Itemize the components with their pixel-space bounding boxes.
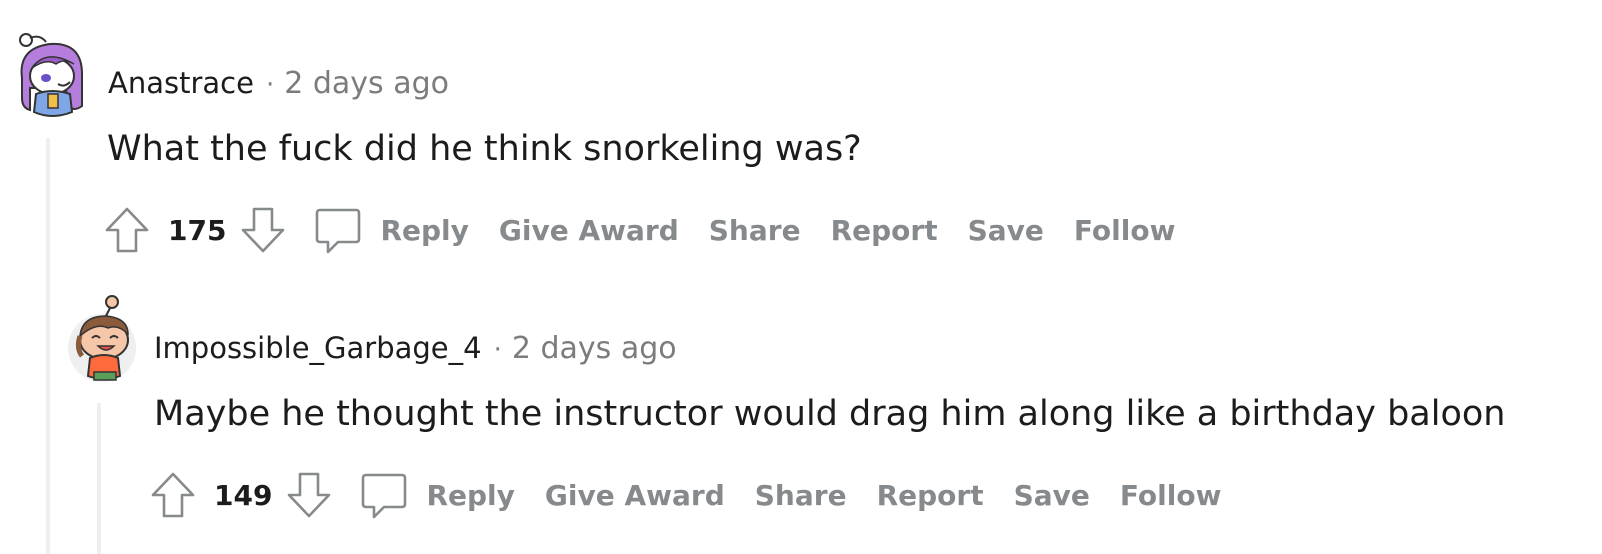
author-name[interactable]: Impossible_Garbage_4	[154, 331, 482, 365]
save-button[interactable]: Save	[1014, 479, 1090, 512]
vote-score: 149	[214, 478, 273, 512]
downvote-icon[interactable]	[286, 471, 332, 519]
meta-separator: ·	[265, 70, 275, 100]
author-name[interactable]: Anastrace	[108, 66, 254, 100]
avatar[interactable]	[66, 290, 140, 390]
save-button[interactable]: Save	[968, 214, 1044, 247]
reply-label: Reply	[380, 213, 469, 247]
downvote-icon[interactable]	[240, 206, 286, 254]
follow-button[interactable]: Follow	[1120, 479, 1222, 512]
comment-header: Anastrace · 2 days ago	[108, 66, 449, 101]
upvote-icon[interactable]	[104, 206, 150, 254]
snoo-avatar-purple-hair-icon	[19, 33, 83, 117]
comment-actions: 149 Reply Give Award Share Report Save F…	[150, 469, 1221, 521]
reply-button[interactable]: Reply	[360, 471, 515, 519]
meta-separator: ·	[493, 335, 502, 365]
report-button[interactable]: Report	[877, 479, 984, 512]
comment-body: What the fuck did he think snorkeling wa…	[107, 129, 862, 169]
thread-line-reply[interactable]	[97, 403, 101, 554]
share-button[interactable]: Share	[709, 214, 801, 247]
reply-label: Reply	[426, 478, 515, 512]
share-button[interactable]: Share	[755, 479, 847, 512]
give-award-button[interactable]: Give Award	[499, 214, 679, 247]
reply-button[interactable]: Reply	[314, 206, 469, 254]
comment-bubble-icon	[316, 208, 361, 254]
comment-actions: 175 Reply Give Award Share Report Save F…	[104, 204, 1175, 256]
timestamp[interactable]: 2 days ago	[512, 331, 677, 366]
thread-line-primary[interactable]	[46, 138, 50, 554]
comment-body: Maybe he thought the instructor would dr…	[154, 394, 1506, 434]
snoo-avatar-brown-hair-icon	[68, 295, 136, 382]
upvote-icon[interactable]	[150, 471, 196, 519]
comment-header: Impossible_Garbage_4 · 2 days ago	[154, 331, 677, 366]
vote-score: 175	[168, 213, 227, 247]
comment-bubble-icon	[362, 473, 407, 519]
timestamp[interactable]: 2 days ago	[284, 66, 449, 101]
report-button[interactable]: Report	[831, 214, 938, 247]
follow-button[interactable]: Follow	[1074, 214, 1176, 247]
avatar[interactable]	[16, 28, 90, 124]
give-award-button[interactable]: Give Award	[545, 479, 725, 512]
